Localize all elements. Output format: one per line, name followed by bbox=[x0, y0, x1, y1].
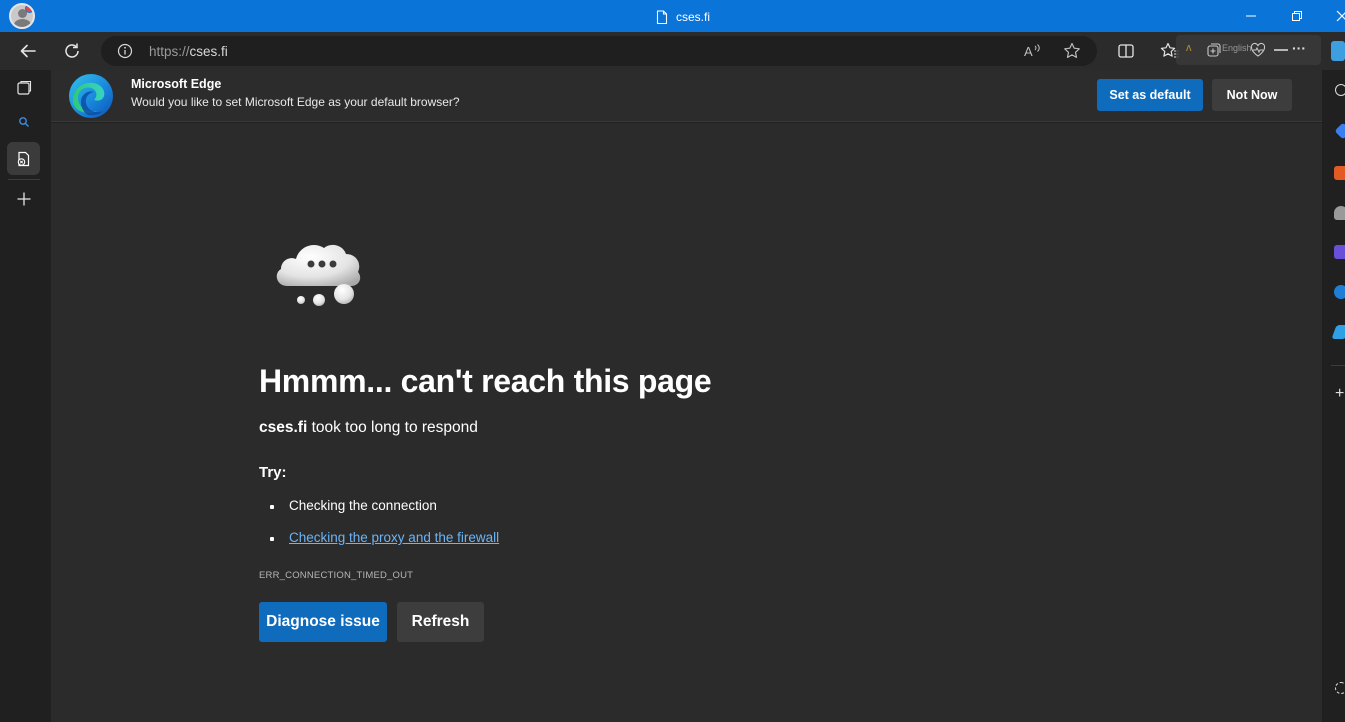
back-icon[interactable] bbox=[16, 39, 40, 63]
edge-logo-icon bbox=[69, 74, 113, 118]
window-tab-title: cses.fi bbox=[656, 8, 710, 26]
diagnose-issue-button[interactable]: Diagnose issue bbox=[259, 602, 387, 642]
new-tab-icon[interactable] bbox=[12, 187, 36, 211]
tip-check-proxy: Checking the proxy and the firewall bbox=[259, 527, 499, 559]
thinking-cloud-icon bbox=[276, 244, 361, 306]
infobar-title: Microsoft Edge bbox=[131, 77, 222, 91]
not-now-button[interactable]: Not Now bbox=[1212, 79, 1292, 111]
discover-icon[interactable] bbox=[1334, 122, 1345, 140]
error-code: ERR_CONNECTION_TIMED_OUT bbox=[259, 570, 414, 581]
sidebar-settings-icon[interactable] bbox=[1335, 682, 1345, 694]
browser-toolbar: https://cses.fi A ᴧ English ··· bbox=[0, 32, 1345, 70]
office-icon[interactable] bbox=[1334, 245, 1345, 259]
set-as-default-button[interactable]: Set as default bbox=[1097, 79, 1203, 111]
page-icon bbox=[656, 9, 668, 25]
notification-dot bbox=[25, 5, 33, 13]
collections-icon[interactable] bbox=[1206, 42, 1222, 63]
search-tab-icon[interactable] bbox=[12, 110, 36, 134]
url-text[interactable]: https://cses.fi bbox=[149, 44, 228, 59]
error-page: Hmmm... can't reach this page cses.fi to… bbox=[51, 123, 1322, 722]
refresh-button[interactable]: Refresh bbox=[397, 602, 484, 642]
restore-icon[interactable] bbox=[1287, 6, 1307, 26]
favorite-star-icon[interactable] bbox=[1063, 42, 1081, 65]
shopping-icon[interactable] bbox=[1334, 166, 1345, 180]
cloud-sync-icon[interactable] bbox=[1274, 49, 1288, 51]
error-subtitle: cses.fi took too long to respond bbox=[259, 419, 478, 437]
sidebar-divider bbox=[8, 179, 40, 180]
error-host: cses.fi bbox=[259, 419, 308, 436]
title-bar: cses.fi bbox=[0, 0, 1345, 32]
copilot-icon[interactable] bbox=[1331, 41, 1345, 61]
vertical-tabs-sidebar bbox=[0, 70, 50, 722]
read-aloud-icon[interactable]: A bbox=[1023, 42, 1043, 65]
tab-title-text: cses.fi bbox=[676, 10, 711, 24]
site-info-icon[interactable] bbox=[117, 43, 133, 64]
error-heading: Hmmm... can't reach this page bbox=[259, 363, 712, 399]
infobar-message: Would you like to set Microsoft Edge as … bbox=[131, 95, 460, 109]
tip-check-connection: Checking the connection bbox=[259, 495, 499, 527]
try-label: Try: bbox=[259, 464, 287, 481]
right-sidebar: + bbox=[1325, 70, 1345, 722]
extensions-area: ᴧ English ··· bbox=[1176, 35, 1321, 65]
default-browser-infobar: Microsoft Edge Would you like to set Mic… bbox=[51, 70, 1322, 122]
proxy-firewall-link[interactable]: Checking the proxy and the firewall bbox=[289, 530, 499, 545]
telegram-icon[interactable] bbox=[1331, 325, 1345, 339]
url-host: cses.fi bbox=[189, 44, 228, 59]
browser-essentials-icon[interactable] bbox=[1250, 42, 1266, 63]
minimize-icon[interactable] bbox=[1241, 6, 1261, 26]
language-label: English bbox=[1222, 43, 1252, 53]
extension-icon[interactable]: ᴧ bbox=[1186, 42, 1192, 54]
tips-list: Checking the connection Checking the pro… bbox=[259, 495, 499, 559]
right-sidebar-divider bbox=[1331, 365, 1345, 366]
address-bar[interactable]: https://cses.fi A bbox=[101, 36, 1097, 66]
error-subtitle-text: took too long to respond bbox=[307, 419, 478, 436]
people-icon[interactable] bbox=[1334, 206, 1345, 220]
tab-actions-icon[interactable] bbox=[12, 76, 36, 100]
more-options-icon[interactable]: ··· bbox=[1292, 40, 1306, 56]
search-sidebar-icon[interactable] bbox=[1335, 84, 1345, 96]
refresh-icon[interactable] bbox=[60, 39, 84, 63]
profile-avatar[interactable] bbox=[9, 3, 35, 29]
svg-text:A: A bbox=[1024, 44, 1033, 59]
split-screen-icon[interactable] bbox=[1114, 39, 1138, 63]
page-error-icon[interactable] bbox=[12, 147, 36, 171]
outlook-icon[interactable] bbox=[1334, 285, 1345, 299]
close-icon[interactable] bbox=[1332, 6, 1345, 26]
add-sidebar-app-icon[interactable]: + bbox=[1335, 386, 1344, 402]
url-protocol: https:// bbox=[149, 44, 190, 59]
